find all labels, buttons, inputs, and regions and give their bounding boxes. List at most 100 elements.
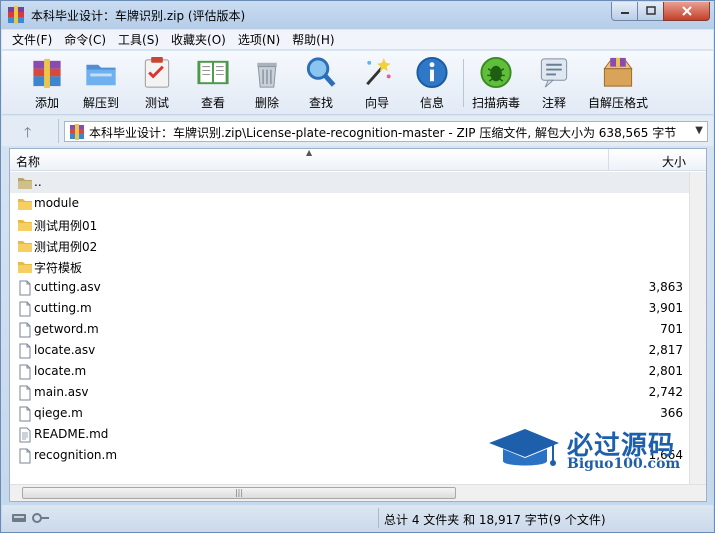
list-header: 名称 ▲ 大小	[10, 149, 706, 171]
file-icon	[17, 385, 33, 401]
watermark-logo: 必过源码 Biguo100.com	[487, 425, 687, 475]
winrar-app-icon	[8, 6, 24, 24]
add-button[interactable]: 添加	[20, 55, 74, 111]
file-name: main.asv	[34, 385, 89, 399]
file-size: 701	[660, 322, 683, 336]
list-item-file[interactable]: main.asv 2,742	[10, 382, 706, 403]
title-bar[interactable]: 本科毕业设计：车牌识别.zip (评估版本)	[1, 1, 714, 29]
window-title: 本科毕业设计：车牌识别.zip (评估版本)	[31, 9, 246, 23]
list-item-file[interactable]: locate.asv 2,817	[10, 340, 706, 361]
extract-folder-icon	[86, 64, 116, 86]
wizard-button[interactable]: 向导	[350, 55, 404, 111]
sfx-button[interactable]: 自解压格式	[585, 55, 651, 111]
file-name: cutting.asv	[34, 280, 101, 294]
column-divider[interactable]	[608, 149, 609, 171]
folder-icon	[17, 238, 33, 254]
menu-commands[interactable]: 命令(C)	[58, 31, 112, 48]
column-size-header[interactable]: 大小	[662, 153, 686, 170]
winrar-window: 本科毕业设计：车牌识别.zip (评估版本) 文件(F) 命令(C) 工具(S)…	[0, 0, 715, 533]
find-button[interactable]: 查找	[294, 55, 348, 111]
list-rows: .. module 测试用例01 测试用例02 字符模板 cutting.asv 3,863…	[10, 172, 706, 466]
magnifier-icon	[306, 57, 336, 87]
minimize-icon	[620, 12, 629, 14]
status-bar: 总计 4 文件夹 和 18,917 字节(9 个文件)	[2, 505, 713, 532]
drive-key-icon	[12, 513, 49, 523]
file-icon	[17, 301, 33, 317]
watermark-url: Biguo100.com	[567, 456, 681, 472]
list-item-folder[interactable]: 字符模板	[10, 256, 706, 277]
add-archive-icon	[33, 58, 61, 89]
archive-icon	[70, 124, 84, 140]
minimize-button[interactable]	[611, 2, 638, 21]
list-item-file[interactable]: cutting.asv 3,863	[10, 277, 706, 298]
file-icon	[17, 364, 33, 380]
file-name: ..	[34, 175, 42, 189]
view-button[interactable]: 查看	[186, 55, 240, 111]
virus-bug-icon	[480, 56, 512, 89]
file-name: 测试用例01	[34, 219, 98, 233]
maximize-icon	[645, 6, 656, 15]
scan-virus-button[interactable]: 扫描病毒	[469, 55, 523, 111]
vertical-scrollbar[interactable]	[689, 172, 706, 486]
file-name: cutting.m	[34, 301, 92, 315]
toolbar: 添加 解压到 测试 查看 删除 查找 向导 信息 扫描病毒 注释 自解压格式	[2, 51, 713, 115]
address-bar: 🡑 本科毕业设计：车牌识别.zip\License-plate-recognit…	[2, 116, 713, 146]
folder-icon	[17, 259, 33, 275]
menu-file[interactable]: 文件(F)	[6, 31, 58, 48]
file-name: 字符模板	[34, 261, 83, 275]
file-name: module	[34, 196, 79, 210]
file-icon	[17, 322, 33, 338]
file-name: README.md	[34, 427, 109, 441]
file-size: 3,901	[648, 301, 683, 315]
file-icon	[17, 448, 33, 464]
delete-button[interactable]: 删除	[240, 55, 294, 111]
list-item-folder[interactable]: 测试用例01	[10, 214, 706, 235]
extract-button[interactable]: 解压到	[74, 55, 128, 111]
list-item-folder[interactable]: module	[10, 193, 706, 214]
chevron-down-icon[interactable]: ▼	[695, 125, 703, 136]
list-item-file[interactable]: locate.m 2,801	[10, 361, 706, 382]
info-button[interactable]: 信息	[405, 55, 459, 111]
file-size: 2,801	[648, 364, 683, 378]
path-combobox[interactable]: 本科毕业设计：车牌识别.zip\License-plate-recognitio…	[64, 121, 708, 142]
file-name: getword.m	[34, 322, 99, 336]
address-separator	[58, 119, 59, 143]
status-separator	[378, 508, 379, 528]
file-icon	[17, 406, 33, 422]
menu-help[interactable]: 帮助(H)	[286, 31, 340, 48]
file-name: 测试用例02	[34, 240, 98, 254]
horizontal-scrollbar[interactable]: |||	[10, 484, 706, 501]
maximize-button[interactable]	[637, 2, 664, 21]
menu-options[interactable]: 选项(N)	[232, 31, 286, 48]
parent-folder-icon	[17, 175, 33, 191]
file-icon	[17, 280, 33, 296]
list-item-folder[interactable]: ..	[10, 172, 706, 193]
test-button[interactable]: 测试	[130, 55, 184, 111]
trash-icon	[257, 62, 277, 88]
list-item-file[interactable]: getword.m 701	[10, 319, 706, 340]
sfx-box-icon	[603, 57, 633, 87]
menu-tools[interactable]: 工具(S)	[112, 31, 165, 48]
menu-bar: 文件(F) 命令(C) 工具(S) 收藏夹(O) 选项(N) 帮助(H)	[2, 30, 713, 50]
file-size: 366	[660, 406, 683, 420]
text-file-icon	[17, 427, 33, 443]
list-item-folder[interactable]: 测试用例02	[10, 235, 706, 256]
status-summary: 总计 4 文件夹 和 18,917 字节(9 个文件)	[384, 513, 606, 527]
test-clipboard-icon	[144, 56, 170, 88]
file-size: 2,742	[648, 385, 683, 399]
close-icon	[681, 6, 692, 16]
close-button[interactable]	[663, 2, 710, 21]
folder-icon	[17, 196, 33, 212]
folder-icon	[17, 217, 33, 233]
list-item-file[interactable]: qiege.m 366	[10, 403, 706, 424]
menu-favorites[interactable]: 收藏夹(O)	[165, 31, 232, 48]
file-name: locate.asv	[34, 343, 96, 357]
graduation-cap-icon	[489, 429, 559, 466]
column-name-header[interactable]: 名称	[16, 153, 40, 170]
view-book-icon	[197, 60, 229, 85]
list-item-file[interactable]: cutting.m 3,901	[10, 298, 706, 319]
up-folder-button[interactable]: 🡑	[24, 122, 31, 146]
comment-button[interactable]: 注释	[527, 55, 581, 111]
scrollbar-thumb[interactable]: |||	[22, 487, 456, 499]
comment-icon	[540, 58, 568, 88]
